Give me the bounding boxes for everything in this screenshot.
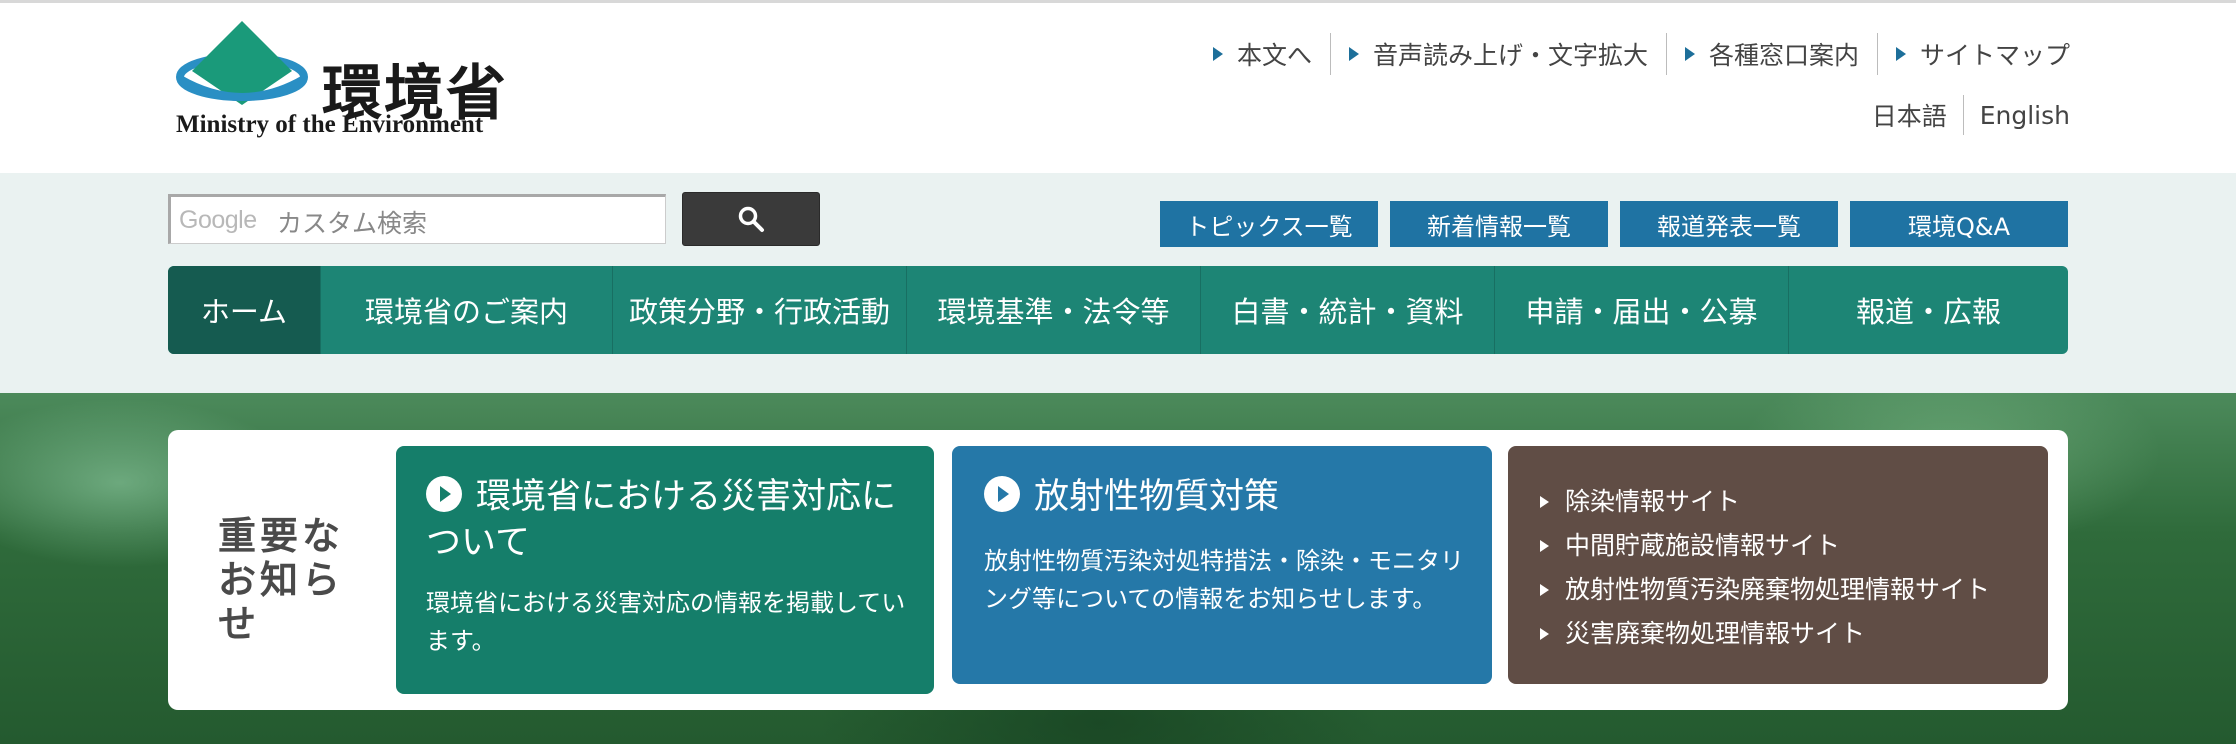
notice-card-radiation[interactable]: 放射性物質対策 放射性物質汚染対処特措法・除染・モニタリング等についての情報をお… <box>952 446 1492 684</box>
nav-standards[interactable]: 環境基準・法令等 <box>906 266 1200 354</box>
util-link-sitemap[interactable]: サイトマップ <box>1876 33 2070 75</box>
link-decontamination[interactable]: 除染情報サイト <box>1540 480 2028 524</box>
util-link-accessibility[interactable]: 音声読み上げ・文字拡大 <box>1329 33 1666 75</box>
link-interim-storage[interactable]: 中間貯蔵施設情報サイト <box>1540 524 2028 568</box>
notice-card-desc: 環境省における災害対応の情報を掲載しています。 <box>426 589 906 655</box>
nav-applications[interactable]: 申請・届出・公募 <box>1494 266 1788 354</box>
site-logo[interactable]: 環境省 Ministry of the Environment <box>172 19 522 144</box>
link-contaminated-waste[interactable]: 放射性物質汚染廃棄物処理情報サイト <box>1540 568 2028 612</box>
triangle-icon <box>1684 47 1695 61</box>
triangle-icon <box>1212 47 1223 61</box>
quick-links: トピックス一覧 新着情報一覧 報道発表一覧 環境Q&A <box>1160 201 2068 247</box>
nav-about[interactable]: 環境省のご案内 <box>320 266 612 354</box>
notices-label: 重要なお知らせ <box>218 514 345 646</box>
nav-policy[interactable]: 政策分野・行政活動 <box>612 266 906 354</box>
triangle-icon <box>1540 584 1549 596</box>
quick-qa[interactable]: 環境Q&A <box>1850 201 2068 247</box>
triangle-icon <box>1540 540 1549 552</box>
lang-english[interactable]: English <box>1962 95 2070 135</box>
quick-press[interactable]: 報道発表一覧 <box>1620 201 1838 247</box>
logo-text-en: Ministry of the Environment <box>176 111 484 138</box>
search-input[interactable] <box>171 197 665 243</box>
notice-card-links: 除染情報サイト 中間貯蔵施設情報サイト 放射性物質汚染廃棄物処理情報サイト 災害… <box>1508 446 2048 684</box>
notice-link-list: 除染情報サイト 中間貯蔵施設情報サイト 放射性物質汚染廃棄物処理情報サイト 災害… <box>1540 480 2028 656</box>
utility-nav: 本文へ 音声読み上げ・文字拡大 各種窓口案内 サイトマップ <box>1195 33 2070 75</box>
play-circle-icon <box>984 476 1020 512</box>
logo-mark-icon <box>176 21 308 105</box>
nav-home[interactable]: ホーム <box>168 266 320 354</box>
hero-area: 重要なお知らせ 環境省における災害対応について 環境省における災害対応の情報を掲… <box>0 393 2236 744</box>
global-nav: ホーム 環境省のご案内 政策分野・行政活動 環境基準・法令等 白書・統計・資料 … <box>168 266 2068 354</box>
lang-japanese[interactable]: 日本語 <box>1856 95 1963 135</box>
notice-card-title: 環境省における災害対応について <box>426 476 897 563</box>
notice-card-desc: 放射性物質汚染対処特措法・除染・モニタリング等についての情報をお知らせします。 <box>984 547 1464 613</box>
triangle-icon <box>1540 496 1549 508</box>
triangle-icon <box>1540 628 1549 640</box>
search-nav-band: Google カスタム検索 トピックス一覧 新着情報一覧 報道発表一覧 環境Q&… <box>0 173 2236 393</box>
triangle-icon <box>1348 47 1359 61</box>
nav-press[interactable]: 報道・広報 <box>1788 266 2068 354</box>
search-box[interactable]: Google カスタム検索 <box>168 194 666 244</box>
quick-new-info[interactable]: 新着情報一覧 <box>1390 201 1608 247</box>
site-header: 環境省 Ministry of the Environment 本文へ 音声読み… <box>0 3 2236 173</box>
search-button[interactable] <box>682 192 820 246</box>
triangle-icon <box>1895 47 1906 61</box>
nav-whitepaper[interactable]: 白書・統計・資料 <box>1200 266 1494 354</box>
util-link-main[interactable]: 本文へ <box>1195 33 1330 75</box>
language-switcher: 日本語 English <box>1856 95 2070 135</box>
quick-topics[interactable]: トピックス一覧 <box>1160 201 1378 247</box>
search-icon <box>738 206 764 232</box>
util-link-contacts[interactable]: 各種窓口案内 <box>1665 33 1877 75</box>
link-disaster-waste[interactable]: 災害廃棄物処理情報サイト <box>1540 612 2028 656</box>
notice-card-title: 放射性物質対策 <box>984 474 1464 520</box>
important-notices-panel: 重要なお知らせ 環境省における災害対応について 環境省における災害対応の情報を掲… <box>168 430 2068 710</box>
play-circle-icon <box>426 476 462 512</box>
notice-card-disaster[interactable]: 環境省における災害対応について 環境省における災害対応の情報を掲載しています。 <box>396 446 934 694</box>
